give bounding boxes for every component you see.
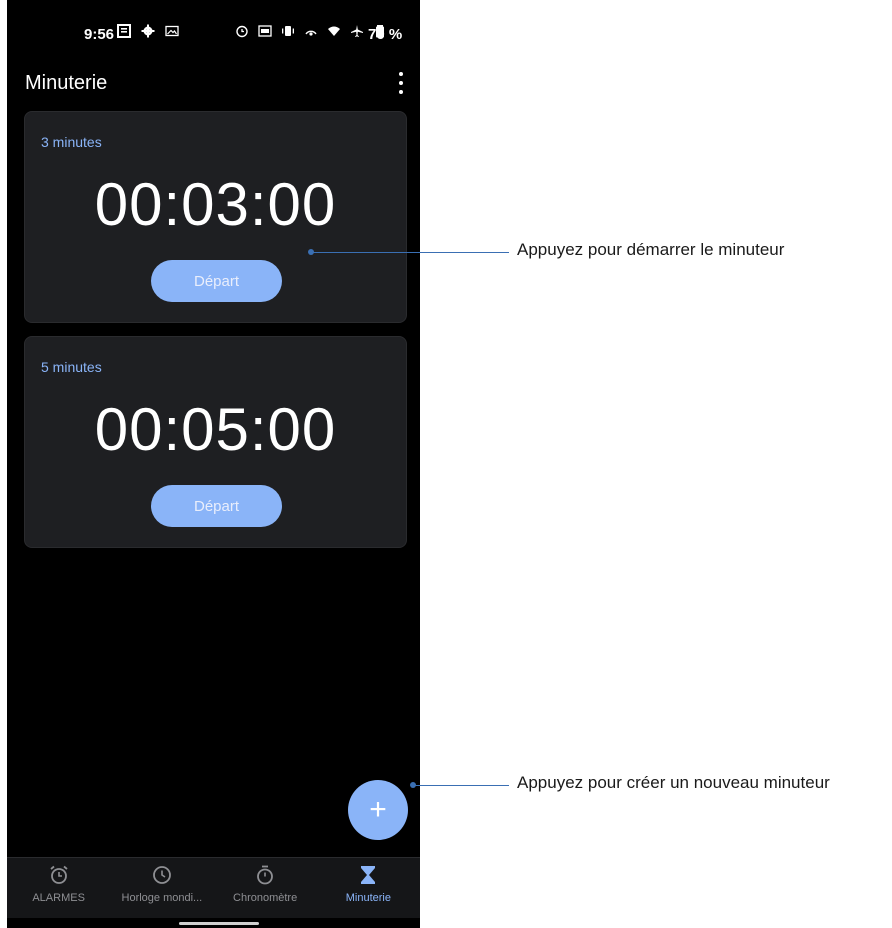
timer-display: 00:05:00 <box>94 396 337 463</box>
status-right-icons <box>235 24 387 38</box>
notes-icon <box>117 24 131 38</box>
timer-card[interactable]: 5 minutes 00:05:00 Départ <box>24 336 407 548</box>
callout-line <box>311 252 509 253</box>
airplane-mode-icon <box>351 25 363 37</box>
nav-item-alarms[interactable]: ALARMES <box>7 858 110 918</box>
start-button[interactable]: Départ <box>151 485 282 527</box>
more-options-icon[interactable] <box>395 72 407 94</box>
alarm-status-icon <box>236 25 248 38</box>
battery-percent: 70 % <box>368 26 403 43</box>
timer-label: 3 minutes <box>41 134 102 150</box>
image-icon <box>165 25 179 37</box>
add-timer-button[interactable]: + <box>348 780 408 840</box>
page-title: Minuterie <box>25 72 108 94</box>
stopwatch-icon <box>257 865 274 885</box>
timer-display: 00:03:00 <box>94 171 337 238</box>
nav-label: Horloge mondi... <box>121 892 203 904</box>
callout-new-timer: Appuyez pour créer un nouveau minuteur <box>517 773 830 792</box>
phone-screen: 9:56 70 % Minuterie 3 minutes 00:03:00 D… <box>7 0 420 928</box>
callout-line <box>413 785 509 786</box>
home-indicator[interactable] <box>179 922 259 925</box>
status-bar: 9:56 70 % <box>7 0 420 70</box>
timer-card[interactable]: 3 minutes 00:03:00 Départ <box>24 111 407 323</box>
nav-label: Minuterie <box>345 892 391 904</box>
status-time: 9:56 <box>84 26 115 43</box>
plus-icon: + <box>369 793 387 826</box>
nav-item-stopwatch[interactable]: Chronomètre <box>214 858 317 918</box>
hourglass-icon <box>361 866 376 884</box>
clock-icon <box>152 866 171 884</box>
alarm-clock-icon <box>50 865 68 884</box>
vibrate-icon <box>282 26 294 36</box>
nav-label: ALARMES <box>32 892 85 904</box>
hotspot-icon <box>305 30 317 36</box>
timer-label: 5 minutes <box>41 359 102 375</box>
nav-item-timer[interactable]: Minuterie <box>317 858 420 918</box>
start-button[interactable]: Départ <box>151 260 282 302</box>
bottom-navigation: ALARMES Horloge mondi... Chronomètre Min… <box>7 857 420 918</box>
settings-gear-icon <box>141 24 155 38</box>
auto-brightness-icon <box>258 25 272 37</box>
wifi-icon <box>328 26 340 36</box>
callout-start-timer: Appuyez pour démarrer le minuteur <box>517 240 785 259</box>
status-left-icons <box>117 24 179 38</box>
nav-label: Chronomètre <box>233 892 298 904</box>
nav-item-world-clock[interactable]: Horloge mondi... <box>110 858 213 918</box>
